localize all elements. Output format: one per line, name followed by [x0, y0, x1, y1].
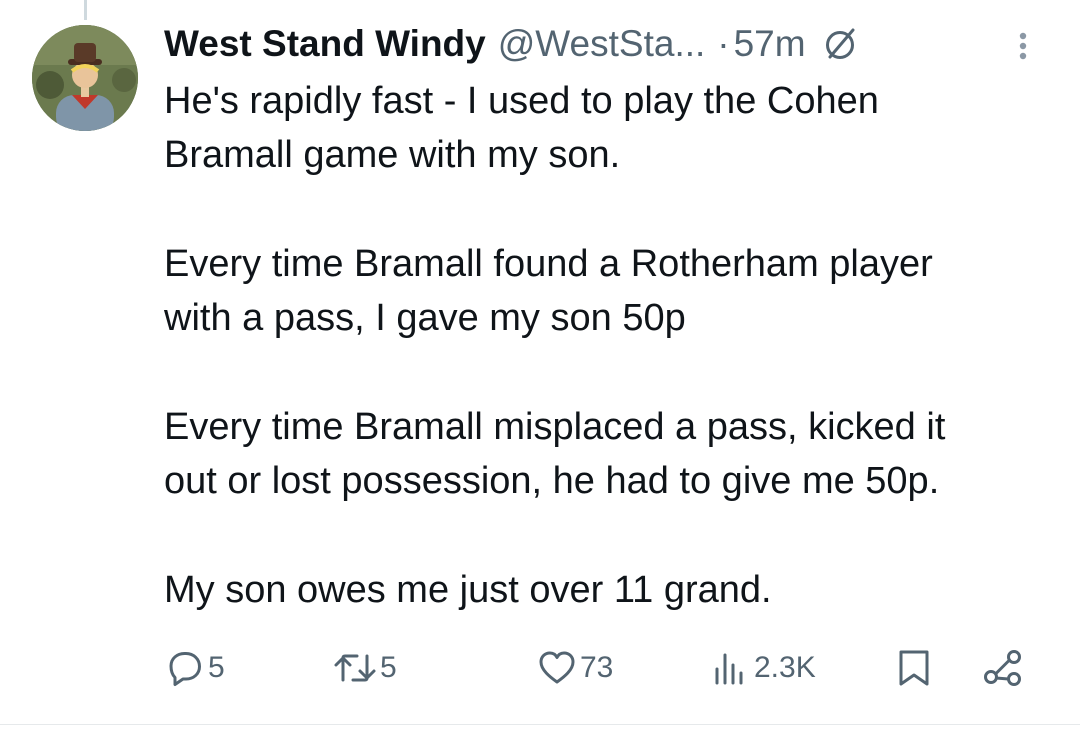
views-button[interactable]: 2.3K — [712, 642, 816, 694]
separator-dot: · — [717, 23, 730, 64]
display-name[interactable]: West Stand Windy — [164, 23, 486, 65]
reply-count: 5 — [208, 651, 225, 684]
share-icon — [982, 647, 1024, 689]
timestamp[interactable]: 57m — [734, 23, 806, 65]
tweet-line: with a pass, I gave my son 50p — [164, 297, 686, 339]
reply-icon — [164, 647, 206, 689]
tweet-paragraph: Every time Bramall misplaced a pass, kic… — [164, 400, 1054, 508]
repost-button[interactable]: 5 — [332, 642, 397, 694]
tweet-header: West Stand Windy @WestSta... · 57m — [164, 18, 1054, 70]
tweet-actions: 5 5 73 2.3K — [164, 642, 1030, 694]
tweet-text: He's rapidly fast - I used to play the C… — [164, 74, 1054, 617]
tweet[interactable]: West Stand Windy @WestSta... · 57m He's … — [164, 18, 1054, 617]
tweet-paragraph: Every time Bramall found a Rotherham pla… — [164, 237, 1054, 345]
repost-count: 5 — [380, 651, 397, 684]
thread-connector-line — [84, 0, 87, 20]
like-count: 73 — [580, 651, 614, 684]
tweet-line: He's rapidly fast - I used to play the C… — [164, 80, 879, 122]
tweet-paragraph: My son owes me just over 11 grand. — [164, 563, 1054, 617]
reply-button[interactable]: 5 — [164, 642, 225, 694]
tweet-line: Every time Bramall misplaced a pass, kic… — [164, 406, 946, 448]
tweet-paragraph: He's rapidly fast - I used to play the C… — [164, 74, 1054, 182]
tweet-line: Every time Bramall found a Rotherham pla… — [164, 243, 933, 285]
bookmark-button[interactable] — [894, 642, 934, 694]
more-icon[interactable] — [1016, 26, 1030, 66]
heart-icon — [536, 647, 578, 689]
like-button[interactable]: 73 — [536, 642, 613, 694]
avatar-image — [32, 25, 138, 131]
divider — [0, 724, 1080, 725]
repost-icon — [332, 647, 378, 689]
tweet-line: My son owes me just over 11 grand. — [164, 569, 772, 611]
tweet-line: out or lost possession, he had to give m… — [164, 460, 940, 502]
user-handle[interactable]: @WestSta... — [498, 23, 706, 65]
share-button[interactable] — [982, 642, 1024, 694]
views-icon — [712, 647, 752, 689]
tweet-line: Bramall game with my son. — [164, 134, 621, 176]
bookmark-icon — [894, 647, 934, 689]
views-count: 2.3K — [754, 651, 816, 684]
no-symbol-icon — [820, 24, 860, 64]
avatar[interactable] — [32, 25, 138, 131]
